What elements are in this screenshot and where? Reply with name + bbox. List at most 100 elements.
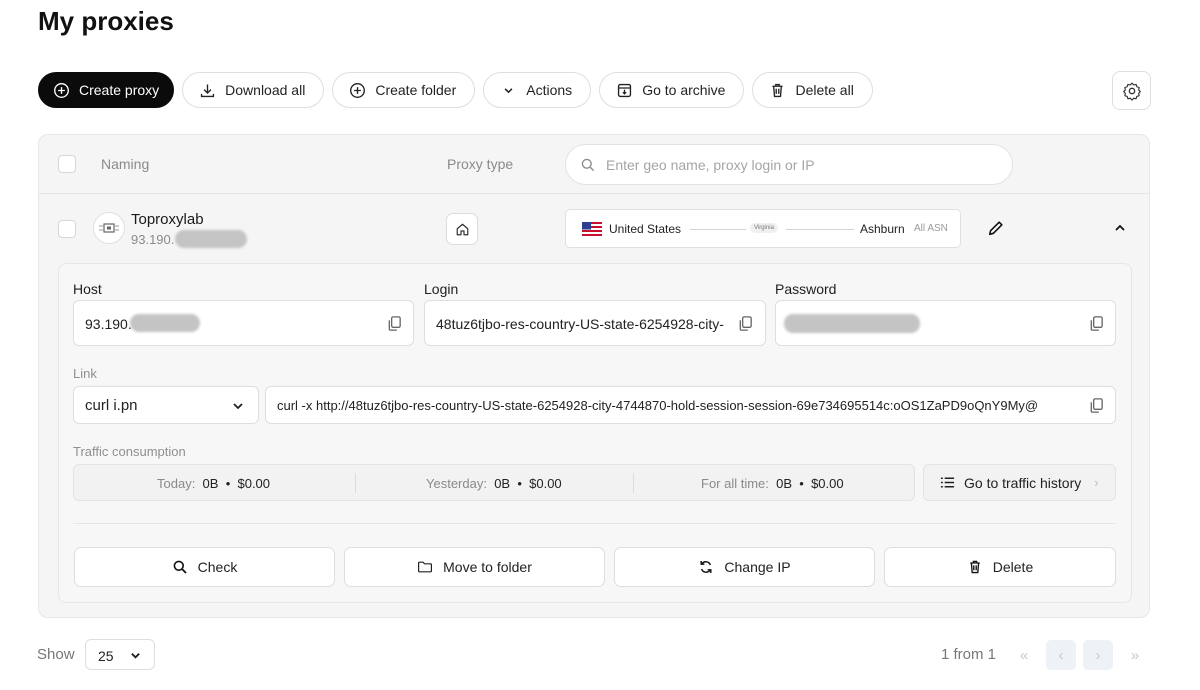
chevron-down-icon [233,403,243,410]
link-format-select[interactable]: curl i.pn [73,386,259,424]
password-field[interactable] [775,300,1116,346]
login-value: 48tuz6tjbo-res-country-US-state-6254928-… [436,316,724,332]
page-info: 1 from 1 [941,646,997,663]
geo-state: Virginia [750,223,778,233]
traffic-all-time-value: 0B [776,476,793,491]
archive-icon [618,83,632,97]
check-label: Check [197,559,238,575]
prev-page-button[interactable]: ‹ [1046,640,1076,670]
trash-icon [969,560,980,574]
chevron-right-icon: › [1094,475,1099,490]
login-label: Login [424,281,459,297]
ip-redaction [175,230,247,248]
copy-icon[interactable] [737,315,754,332]
traffic-all-time-label: For all time: [701,476,769,491]
panel-divider [73,523,1116,524]
copy-icon[interactable] [386,315,403,332]
create-folder-button[interactable]: Create folder [332,72,476,108]
row-checkbox[interactable] [58,220,76,238]
settings-button[interactable] [1112,71,1151,110]
us-flag-icon [582,222,602,236]
plus-circle-icon [54,82,69,98]
traffic-summary: Today: 0B • $0.00 Yesterday: 0B • $0.00 … [73,464,915,501]
download-all-button[interactable]: Download all [182,72,325,108]
traffic-yesterday-label: Yesterday: [426,476,487,491]
create-folder-label: Create folder [375,82,457,98]
page-title: My proxies [38,6,174,36]
search-box[interactable] [565,144,1013,185]
geo-connector [690,229,746,230]
home-icon [456,223,468,235]
page-size-value: 25 [98,648,114,664]
delete-label: Delete [992,559,1034,575]
proxy-ip: 93.190. [131,232,175,247]
traffic-dot: • [225,476,231,491]
geo-selector[interactable]: United States Virginia Ashburn All ASN [565,209,961,248]
host-value: 93.190. [85,316,132,332]
link-value: curl -x http://48tuz6tjbo-res-country-US… [277,398,1039,413]
search-input[interactable] [606,156,986,173]
link-format-value: curl i.pn [85,397,138,414]
avatar [93,212,125,244]
refresh-icon [700,561,712,573]
select-all-checkbox[interactable] [58,155,76,173]
gear-icon [1122,82,1141,101]
plus-circle-icon [350,82,366,98]
traffic-label: Traffic consumption [73,444,186,459]
proxy-type-badge[interactable] [446,213,478,245]
traffic-today-label: Today: [157,476,196,491]
traffic-today-cost: $0.00 [237,476,271,491]
link-field[interactable]: curl -x http://48tuz6tjbo-res-country-US… [265,386,1116,424]
go-to-archive-label: Go to archive [642,82,726,98]
next-page-icon: › [1095,646,1101,664]
pencil-icon[interactable] [987,219,1005,237]
actions-button[interactable]: Actions [483,72,592,108]
next-page-button[interactable]: › [1083,640,1113,670]
host-redaction [130,314,200,332]
delete-all-button[interactable]: Delete all [752,72,873,108]
last-page-icon: » [1130,646,1140,664]
traffic-divider [355,473,356,493]
geo-country: United States [609,222,682,236]
copy-icon[interactable] [1088,397,1105,414]
host-field[interactable]: 93.190. [73,300,414,346]
folder-icon [418,561,433,573]
traffic-history-button[interactable]: Go to traffic history › [923,464,1116,501]
header-naming: Naming [101,156,150,172]
prev-page-icon: ‹ [1058,646,1064,664]
download-icon [201,84,215,97]
page-size-select[interactable]: 25 [85,639,155,670]
copy-icon[interactable] [1088,315,1105,332]
first-page-icon: « [1019,646,1029,664]
search-icon [173,560,187,574]
link-label: Link [73,366,97,381]
create-proxy-button[interactable]: Create proxy [38,72,175,108]
chevron-down-icon [131,653,140,659]
proxy-table: Naming Proxy type Toproxylab 93.190. Uni… [38,134,1150,618]
provider-logo-icon [99,223,119,233]
last-page-button[interactable]: » [1120,640,1150,670]
header-proxy-type: Proxy type [447,156,514,172]
move-to-folder-button[interactable]: Move to folder [344,547,605,587]
create-proxy-label: Create proxy [79,82,160,98]
show-label: Show [37,646,75,663]
traffic-today-value: 0B [202,476,219,491]
password-label: Password [775,281,837,297]
table-header: Naming Proxy type [39,135,1149,194]
password-redaction [784,314,920,333]
first-page-button[interactable]: « [1009,640,1039,670]
traffic-today: Today: 0B • $0.00 [157,476,270,491]
login-field[interactable]: 48tuz6tjbo-res-country-US-state-6254928-… [424,300,766,346]
check-button[interactable]: Check [74,547,335,587]
chevron-down-icon [504,87,513,93]
proxy-details-panel: Host Login Password 93.190. 48tuz6tjbo-r… [58,263,1132,603]
delete-button[interactable]: Delete [884,547,1116,587]
chevron-up-icon[interactable] [1113,221,1127,235]
toolbar: Create proxy Download all Create folder … [38,72,873,108]
go-to-archive-button[interactable]: Go to archive [599,72,745,108]
table-row[interactable]: Toproxylab 93.190. United States Virgini… [39,195,1149,261]
change-ip-button[interactable]: Change IP [614,547,875,587]
traffic-all-time: For all time: 0B • $0.00 [701,476,844,491]
traffic-yesterday: Yesterday: 0B • $0.00 [426,476,562,491]
traffic-dot: • [799,476,804,491]
